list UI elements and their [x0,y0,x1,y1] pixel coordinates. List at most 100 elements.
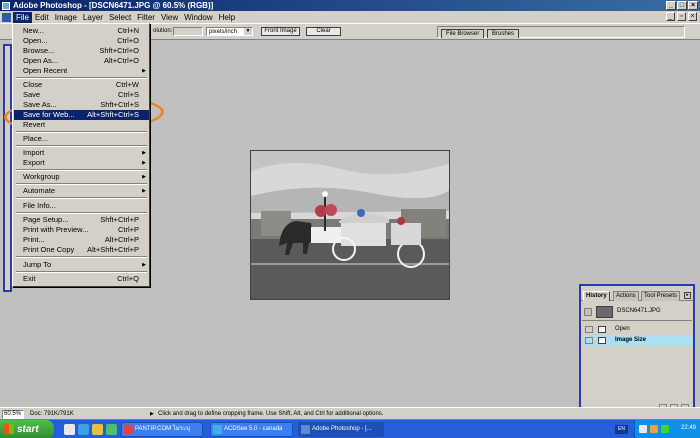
snapshot-source-checkbox[interactable] [584,308,592,316]
acdsee-icon [213,425,222,434]
menu-item-new[interactable]: New... Ctrl+N [14,26,149,36]
menu-separator [16,256,147,258]
document-canvas[interactable] [250,150,450,300]
submenu-arrow-icon: ▶ [142,150,146,156]
menu-item-save-for-web[interactable]: Save for Web... Alt+Shft+Ctrl+S [14,110,149,120]
maximize-button[interactable]: □ [677,1,687,10]
browser-icon [124,425,133,434]
status-arrow-icon[interactable]: ▶ [150,411,154,417]
menu-view[interactable]: View [158,12,181,23]
menu-filter[interactable]: Filter [134,12,158,23]
menu-item-import[interactable]: Import ▶ [14,148,149,158]
menu-item-export[interactable]: Export ▶ [14,158,149,168]
window-title: Adobe Photoshop - [DSCN6471.JPG @ 60.5% … [13,1,214,10]
zoom-field[interactable]: 60.5% [2,410,24,419]
menu-item-save-as[interactable]: Save As... Shft+Ctrl+S [14,100,149,110]
menu-item-open-as[interactable]: Open As... Alt+Ctrl+O [14,56,149,66]
photoshop-app-icon[interactable] [2,1,10,10]
history-state-open[interactable]: Open [583,324,693,335]
menu-item-print[interactable]: Print... Alt+Ctrl+P [14,235,149,245]
history-state-list: Open Image Size [582,322,693,404]
history-source-checkbox[interactable] [585,337,593,344]
resolution-input[interactable] [173,27,203,36]
menu-separator [16,183,147,185]
menu-item-revert[interactable]: Revert [14,120,149,130]
menu-item-file-info[interactable]: File Info... [14,201,149,211]
minimize-button[interactable]: _ [666,1,676,10]
history-snapshot[interactable]: DSCN6471.JPG [582,304,692,321]
photoshop-icon [301,425,310,434]
history-source-checkbox[interactable] [585,326,593,333]
resolution-units-select[interactable]: pixels/inch ▼ [206,27,253,36]
history-state-image-size[interactable]: Image Size [583,335,693,346]
document-icon[interactable] [2,12,11,22]
palette-menu-arrow-icon[interactable]: ▸ [684,292,691,299]
tab-history[interactable]: History [583,291,610,301]
clear-button[interactable]: Clear [306,27,341,36]
snapshot-thumbnail [596,306,613,318]
menu-item-page-setup[interactable]: Page Setup... Shft+Ctrl+P [14,215,149,225]
start-button[interactable]: start [0,420,54,438]
front-image-button[interactable]: Front Image [261,27,300,36]
desktop-icon[interactable] [64,424,75,435]
menu-item-place[interactable]: Place... [14,134,149,144]
network-icon[interactable] [661,425,669,433]
task-pantip[interactable]: PANTIP.COM ไม่ระบุ Blu... [121,422,203,437]
menu-help[interactable]: Help [216,12,238,23]
menu-item-automate[interactable]: Automate ▶ [14,186,149,196]
menu-image[interactable]: Image [52,12,80,23]
doc-restore-button[interactable]: ▫ [677,12,686,21]
close-button[interactable]: × [688,1,698,10]
image-size-state-icon [598,337,606,344]
menu-item-workgroup[interactable]: Workgroup ▶ [14,172,149,182]
folder-icon[interactable] [92,424,103,435]
resolution-label: olution: [153,28,173,34]
tab-actions[interactable]: Actions [613,291,639,301]
task-acdsee[interactable]: ACDSee 5.0 - canada [210,422,293,437]
clock: 22:49 [680,425,696,431]
menu-item-exit[interactable]: Exit Ctrl+Q [14,274,149,284]
title-bar: Adobe Photoshop - [DSCN6471.JPG @ 60.5% … [0,0,700,11]
doc-size[interactable]: Doc: 791K/791K [30,411,74,417]
menu-item-browse[interactable]: Browse... Shft+Ctrl+O [14,46,149,56]
volume-icon[interactable] [639,425,647,433]
menu-item-print-one-copy[interactable]: Print One Copy Alt+Shft+Ctrl+P [14,245,149,255]
snapshot-name: DSCN6471.JPG [617,308,661,314]
menu-item-print-with-preview[interactable]: Print with Preview... Ctrl+P [14,225,149,235]
menu-item-open[interactable]: Open... Ctrl+O [14,36,149,46]
browser-icon[interactable] [78,424,89,435]
submenu-arrow-icon: ▶ [142,160,146,166]
menu-edit[interactable]: Edit [32,12,52,23]
tab-file-browser[interactable]: File Browser [441,29,485,38]
menu-item-save[interactable]: Save Ctrl+S [14,90,149,100]
menu-window[interactable]: Window [181,12,215,23]
submenu-arrow-icon: ▶ [142,174,146,180]
toolbox-palette[interactable] [3,44,12,292]
tab-brushes[interactable]: Brushes [487,29,520,38]
doc-minimize-button[interactable]: _ [666,12,675,21]
status-bar: 60.5% Doc: 791K/791K ▶ Click and drag to… [0,407,700,419]
tab-tool-presets[interactable]: Tool Presets [641,291,681,301]
menu-file[interactable]: File [13,11,32,23]
submenu-arrow-icon: ▶ [142,68,146,74]
taskbar: start PANTIP.COM ไม่ระบุ Blu... ACDSee 5… [0,419,700,438]
chevron-down-icon: ▼ [244,28,252,35]
menu-separator [16,145,147,147]
menu-bar: File Edit Image Layer Select Filter View… [0,11,700,23]
menu-item-jump-to[interactable]: Jump To ▶ [14,260,149,270]
menu-layer[interactable]: Layer [80,12,106,23]
language-indicator[interactable]: EN [615,425,628,434]
messenger-icon[interactable] [106,424,117,435]
open-state-icon [598,326,606,333]
menu-select[interactable]: Select [106,12,134,23]
windows-flag-icon [4,424,14,434]
task-photoshop[interactable]: Adobe Photoshop - [... [298,422,384,437]
menu-item-open-recent[interactable]: Open Recent ▶ [14,66,149,76]
menu-separator [16,212,147,214]
resolution-units-value: pixels/inch [209,29,238,35]
system-tray: EN 22:49 [615,420,700,438]
tray-app-icon[interactable] [650,425,658,433]
menu-item-close[interactable]: Close Ctrl+W [14,80,149,90]
submenu-arrow-icon: ▶ [142,262,146,268]
doc-close-button[interactable]: × [688,12,697,21]
